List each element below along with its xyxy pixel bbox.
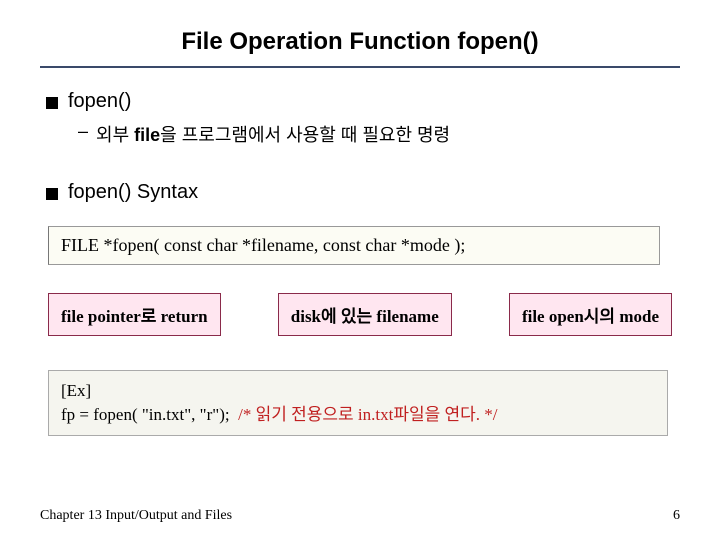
square-bullet-icon [46,188,58,200]
square-bullet-icon [46,97,58,109]
example-comment: /* 읽기 전용으로 in.txt파일을 연다. */ [238,405,497,424]
section-syntax: fopen() Syntax [40,181,680,204]
bullet-level1: fopen() [46,90,680,113]
footer: Chapter 13 Input/Output and Files 6 [40,508,680,524]
section-fopen: fopen() – 외부 file을 프로그램에서 사용할 때 필요한 명령 [40,90,680,147]
slide: File Operation Function fopen() fopen() … [0,0,720,540]
bullet-level1: fopen() Syntax [46,181,680,204]
example-code: fp = fopen( "in.txt", "r"); [61,405,230,424]
bullet-subtext: 외부 file을 프로그램에서 사용할 때 필요한 명령 [96,121,450,147]
label-return: file pointer로 return [48,293,221,336]
bullet-level2: – 외부 file을 프로그램에서 사용할 때 필요한 명령 [78,121,680,147]
bullet-text: fopen() Syntax [68,181,198,204]
page-title: File Operation Function fopen() [40,28,680,68]
labels-row: file pointer로 return disk에 있는 filename f… [48,293,672,336]
footer-chapter: Chapter 13 Input/Output and Files [40,508,232,524]
footer-page: 6 [673,508,680,524]
syntax-box: FILE *fopen( const char *filename, const… [48,226,660,265]
label-filename: disk에 있는 filename [278,293,452,336]
bullet-text: fopen() [68,90,131,113]
example-box: [Ex] fp = fopen( "in.txt", "r"); /* 읽기 전… [48,370,668,436]
dash-icon: – [78,121,88,142]
example-tag: [Ex] [61,379,655,403]
label-mode: file open시의 mode [509,293,672,336]
example-line: fp = fopen( "in.txt", "r"); /* 읽기 전용으로 i… [61,403,655,427]
